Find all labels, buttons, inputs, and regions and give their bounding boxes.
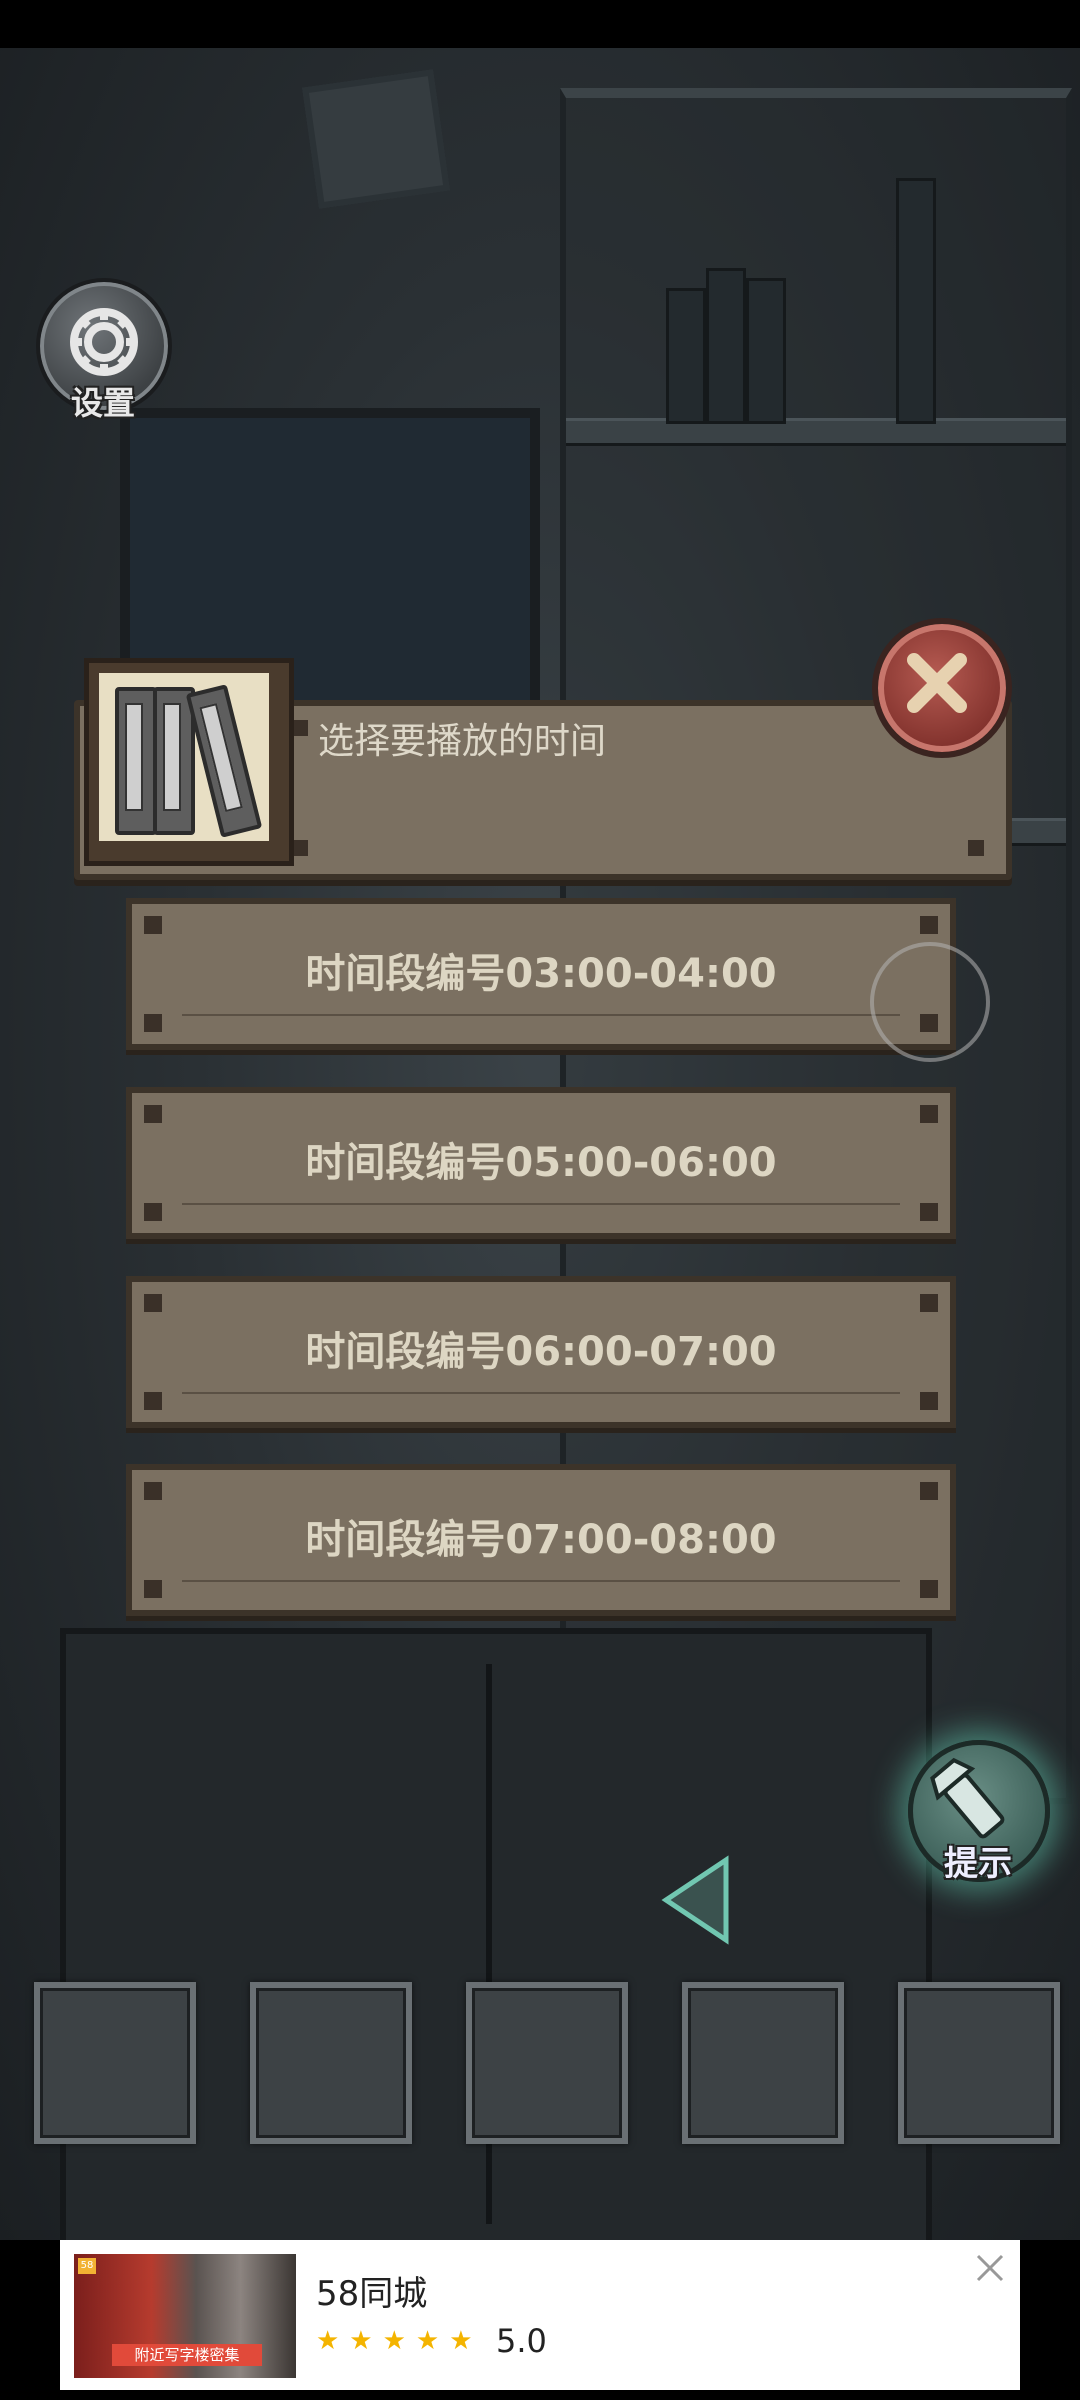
book-decoration — [666, 288, 706, 424]
close-icon — [976, 2254, 1004, 2282]
ad-banner[interactable]: 58 附近写字楼密集 58同城 ★★★★★ 5.0 — [60, 2240, 1020, 2390]
time-option-button[interactable]: 时间段编号03:00-04:00 — [126, 898, 956, 1050]
close-icon — [872, 618, 1012, 758]
ad-thumb-badge: 58 — [78, 2258, 96, 2274]
hint-button[interactable]: 提示 — [908, 1740, 1050, 1884]
star-rating-icons: ★★★★★ — [316, 2326, 483, 2356]
ad-thumb-caption: 附近写字楼密集 — [112, 2344, 262, 2366]
triangle-left-icon — [661, 1855, 729, 1945]
binders-icon — [84, 658, 294, 866]
ad-rating: 5.0 — [496, 2322, 547, 2360]
rivet — [292, 720, 308, 736]
rivet — [292, 840, 308, 856]
time-option-label: 时间段编号05:00-06:00 — [305, 1140, 777, 1186]
book-decoration — [746, 278, 786, 424]
ad-thumbnail: 58 附近写字楼密集 — [74, 2254, 296, 2378]
inventory-slot[interactable] — [250, 1982, 412, 2144]
inventory-slot[interactable] — [34, 1982, 196, 2144]
shelf-board — [566, 418, 1066, 446]
hint-label: 提示 — [944, 1844, 1012, 1884]
inventory-slot[interactable] — [466, 1982, 628, 2144]
time-option-button[interactable]: 时间段编号07:00-08:00 — [126, 1464, 956, 1616]
time-option-button[interactable]: 时间段编号06:00-07:00 — [126, 1276, 956, 1428]
ad-title: 58同城 — [316, 2274, 428, 2314]
time-option-label: 时间段编号06:00-07:00 — [305, 1329, 777, 1375]
time-option-label: 时间段编号07:00-08:00 — [305, 1517, 777, 1563]
book-decoration — [896, 178, 936, 424]
settings-label: 设置 — [70, 384, 135, 422]
inventory-slot[interactable] — [898, 1982, 1060, 2144]
ad-close-button[interactable] — [972, 2250, 1008, 2286]
book-decoration — [706, 268, 746, 424]
time-option-button[interactable]: 时间段编号05:00-06:00 — [126, 1087, 956, 1239]
rivet — [968, 840, 984, 856]
back-arrow-button[interactable] — [656, 1852, 736, 1948]
inventory-slot[interactable] — [682, 1982, 844, 2144]
close-button[interactable] — [872, 618, 1012, 758]
dialog-title: 选择要播放的时间 — [318, 721, 607, 762]
cabinet-decoration — [60, 1628, 932, 2240]
settings-button[interactable]: 设置 — [36, 278, 172, 422]
wall-machine-decoration — [302, 69, 450, 209]
time-option-label: 时间段编号03:00-04:00 — [305, 951, 777, 997]
